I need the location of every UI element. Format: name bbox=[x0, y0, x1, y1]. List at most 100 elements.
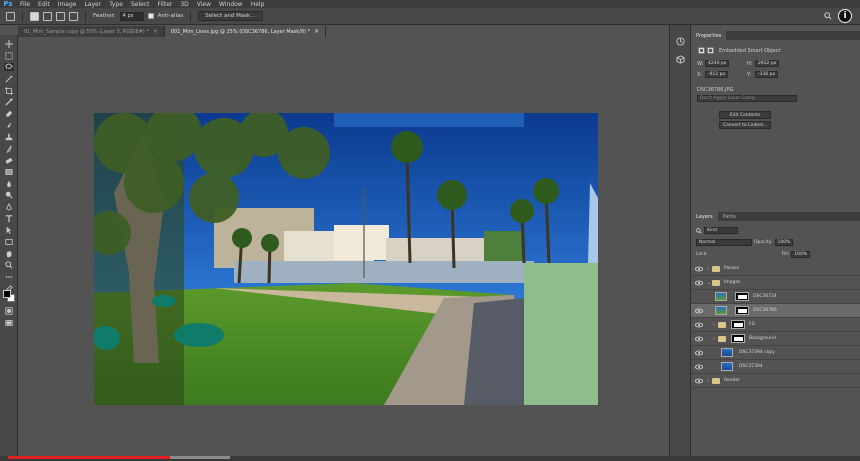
layer-row-render[interactable]: › Render bbox=[691, 374, 860, 388]
layer-row-dsc37394-copy[interactable]: DSC37394 copy bbox=[691, 346, 860, 360]
magic-wand-tool-icon[interactable] bbox=[4, 75, 14, 83]
chevron-right-icon[interactable]: › bbox=[707, 378, 709, 384]
intersect-selection-icon[interactable] bbox=[69, 11, 78, 21]
group-mask-thumbnail[interactable] bbox=[731, 320, 745, 329]
visibility-eye-icon[interactable] bbox=[695, 336, 703, 342]
layer-comp-select[interactable]: Don't Apply Layer Comp bbox=[697, 95, 797, 102]
menu-help[interactable]: Help bbox=[247, 1, 269, 8]
layer-row-dsc36786[interactable]: DSC36786 bbox=[691, 304, 860, 318]
menu-image[interactable]: Image bbox=[54, 1, 81, 8]
visibility-eye-icon[interactable] bbox=[695, 350, 703, 356]
zoom-tool-icon[interactable] bbox=[4, 261, 14, 269]
brush-tool-icon[interactable] bbox=[4, 121, 14, 129]
new-selection-icon[interactable] bbox=[30, 11, 39, 21]
gradient-tool-icon[interactable] bbox=[4, 168, 14, 176]
foreground-color-swatch[interactable] bbox=[3, 290, 11, 298]
visibility-eye-icon[interactable] bbox=[695, 322, 703, 328]
group-mask-thumbnail[interactable] bbox=[731, 334, 745, 343]
menu-filter[interactable]: Filter bbox=[154, 1, 177, 8]
antialias-checkbox[interactable] bbox=[147, 13, 154, 19]
clone-stamp-tool-icon[interactable] bbox=[4, 133, 14, 141]
visibility-eye-icon[interactable] bbox=[695, 378, 703, 384]
history-brush-tool-icon[interactable] bbox=[4, 145, 14, 153]
x-input[interactable]: -912 px bbox=[705, 71, 729, 78]
menu-3d[interactable]: 3D bbox=[176, 1, 192, 8]
chevron-right-icon[interactable]: › bbox=[713, 336, 715, 342]
chevron-right-icon[interactable]: › bbox=[707, 266, 709, 272]
y-input[interactable]: -336 px bbox=[755, 71, 779, 78]
healing-brush-tool-icon[interactable] bbox=[4, 110, 14, 118]
history-icon[interactable] bbox=[676, 37, 685, 46]
menu-type[interactable]: Type bbox=[105, 1, 127, 8]
height-input[interactable]: 2832 px bbox=[755, 60, 780, 67]
tab-properties[interactable]: Properties bbox=[691, 31, 727, 40]
chevron-down-icon[interactable]: ⌄ bbox=[707, 280, 711, 286]
3d-cube-icon[interactable] bbox=[676, 55, 685, 64]
rectangle-tool-icon[interactable] bbox=[4, 238, 14, 246]
antialias-label: Anti-alias bbox=[157, 13, 184, 19]
menu-select[interactable]: Select bbox=[127, 1, 154, 8]
layer-name: FG bbox=[749, 322, 756, 327]
layer-row-dsc36724[interactable]: DSC36724 bbox=[691, 290, 860, 304]
pen-tool-icon[interactable] bbox=[4, 203, 14, 211]
subtract-selection-icon[interactable] bbox=[56, 11, 65, 21]
add-selection-icon[interactable] bbox=[43, 11, 52, 21]
chevron-right-icon[interactable]: › bbox=[713, 322, 715, 328]
video-progress-bar[interactable] bbox=[8, 456, 170, 459]
feather-label: Feather: bbox=[93, 13, 116, 19]
fill-input[interactable]: 100% bbox=[791, 251, 811, 258]
eraser-tool-icon[interactable] bbox=[4, 156, 14, 164]
divider bbox=[85, 10, 86, 22]
tab-label: 001_Mim_Lines.jpg @ 25% (DSC36786, Layer… bbox=[170, 28, 311, 35]
type-tool-icon[interactable] bbox=[4, 215, 14, 223]
tab-paths[interactable]: Paths bbox=[718, 212, 742, 221]
layer-row-fg[interactable]: › FG bbox=[691, 318, 860, 332]
layer-row-images[interactable]: ⌄ Images bbox=[691, 276, 860, 290]
convert-to-linked-button[interactable]: Convert to Linked... bbox=[719, 121, 771, 129]
tab-layers[interactable]: Layers bbox=[691, 212, 718, 221]
layer-mask-thumbnail[interactable] bbox=[735, 306, 749, 315]
menu-view[interactable]: View bbox=[193, 1, 215, 8]
layer-row-dsc37394[interactable]: DSC37394 bbox=[691, 360, 860, 374]
crop-tool-icon[interactable] bbox=[4, 87, 14, 95]
menu-file[interactable]: File bbox=[16, 1, 34, 8]
path-selection-tool-icon[interactable] bbox=[4, 226, 14, 234]
screen-mode-icon[interactable] bbox=[4, 319, 14, 327]
tab-mim-sample[interactable]: 01_Mim_Sample copy @ 50% (Layer 0, RGB/8… bbox=[18, 26, 165, 37]
visibility-eye-icon[interactable] bbox=[695, 364, 703, 370]
eyedropper-tool-icon[interactable] bbox=[4, 98, 14, 106]
search-icon bbox=[696, 227, 702, 234]
lasso-tool-icon[interactable] bbox=[4, 63, 14, 71]
menu-window[interactable]: Window bbox=[215, 1, 247, 8]
layer-mask-thumbnail[interactable] bbox=[735, 292, 749, 301]
menu-layer[interactable]: Layer bbox=[80, 1, 105, 8]
visibility-eye-icon[interactable] bbox=[695, 266, 703, 272]
dodge-tool-icon[interactable] bbox=[4, 191, 14, 199]
blur-tool-icon[interactable] bbox=[4, 180, 14, 188]
menu-edit[interactable]: Edit bbox=[34, 1, 54, 8]
info-icon[interactable]: i bbox=[838, 9, 852, 23]
lasso-preset-icon[interactable] bbox=[6, 11, 15, 21]
blend-mode-select[interactable]: Normal bbox=[696, 239, 752, 246]
hand-tool-icon[interactable] bbox=[4, 250, 14, 258]
fill-label: Fill: bbox=[781, 252, 790, 257]
edit-contents-button[interactable]: Edit Contents bbox=[719, 111, 771, 119]
marquee-tool-icon[interactable] bbox=[4, 52, 14, 60]
width-input[interactable]: 4240 px bbox=[705, 60, 730, 67]
opacity-input[interactable]: 100% bbox=[774, 239, 794, 246]
visibility-eye-icon[interactable] bbox=[695, 280, 703, 286]
layer-row-background[interactable]: › Background bbox=[691, 332, 860, 346]
move-tool-icon[interactable] bbox=[4, 40, 14, 48]
search-icon[interactable] bbox=[824, 12, 832, 20]
feather-input[interactable]: 4 px bbox=[119, 11, 144, 21]
visibility-eye-icon[interactable] bbox=[695, 308, 703, 314]
more-tools-icon[interactable] bbox=[4, 273, 14, 281]
layer-row-passes[interactable]: › Passes bbox=[691, 262, 860, 276]
document-canvas[interactable] bbox=[94, 113, 598, 405]
tab-mim-lines[interactable]: 001_Mim_Lines.jpg @ 25% (DSC36786, Layer… bbox=[164, 26, 327, 37]
close-icon[interactable]: × bbox=[153, 28, 158, 35]
select-and-mask-button[interactable]: Select and Mask... bbox=[198, 11, 263, 21]
quick-mask-icon[interactable] bbox=[4, 307, 14, 315]
close-icon[interactable]: × bbox=[314, 28, 319, 35]
layer-kind-select[interactable]: Kind bbox=[704, 227, 738, 234]
